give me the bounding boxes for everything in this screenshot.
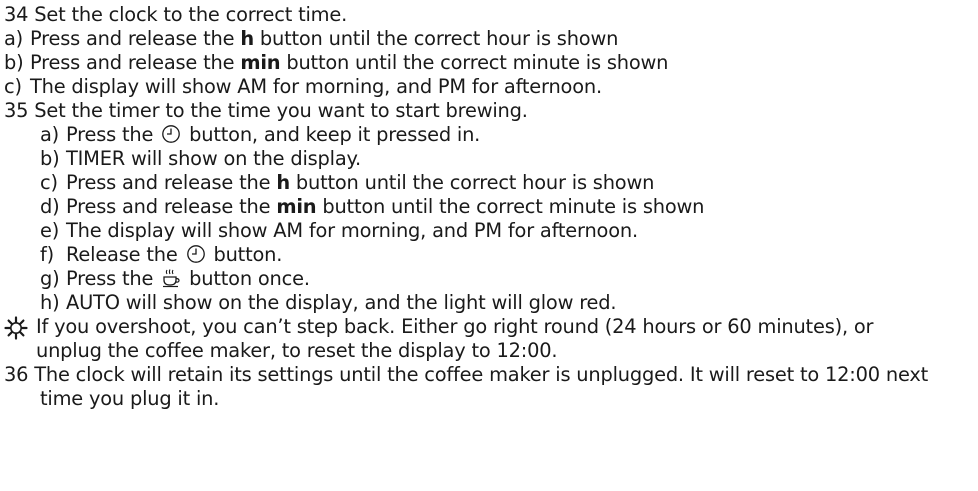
step-number: 36 [4,363,29,386]
coffee-cup-icon [163,269,180,288]
step-text: The clock will retain its settings until… [34,363,929,386]
step-36: 36 The clock will retain its settings un… [4,363,928,387]
item-marker: a) [40,123,60,146]
item-text: button once. [183,267,310,290]
minute-button-label: min [276,195,317,218]
item-text: button, and keep it pressed in. [183,123,481,146]
tip-text-line-2: unplug the coffee maker, to reset the di… [36,339,558,362]
item-marker: c) [40,171,58,194]
step-36-continuation: time you plug it in. [40,387,220,410]
timer-item-a: a) Press the button, and keep it pressed … [40,123,480,147]
item-text: The display will show AM for morning, an… [30,75,602,98]
timer-item-c: c) Press and release the h button until t… [40,171,654,195]
item-text: The display will show AM for morning, an… [66,219,638,242]
item-text: TIMER will show on the display. [66,147,361,170]
item-marker: g) [40,267,60,290]
item-marker: d) [40,195,60,218]
timer-item-b: b) TIMER will show on the display. [40,147,361,171]
item-text: Press and release the [30,51,241,74]
tip-text-line-1: If you overshoot, you can’t step back. E… [36,315,874,338]
item-text: button until the correct minute is shown [316,195,705,218]
item-marker: f) [40,243,54,266]
item-text: button. [207,243,283,266]
timer-item-d: d) Press and release the min button until… [40,195,704,219]
item-marker: e) [40,219,60,242]
step-34: 34 Set the clock to the correct time. [4,3,347,27]
item-text: button until the correct minute is shown [280,51,669,74]
hour-button-label: h [240,27,254,50]
item-text: Press and release the [30,27,241,50]
clock-item-c: c) The display will show AM for morning, … [4,75,602,99]
timer-item-f: f) Release the button. [40,243,282,267]
instructions-page: 34 Set the clock to the correct time. a)… [0,0,978,491]
step-number: 34 [4,3,29,26]
timer-item-e: e) The display will show AM for morning, … [40,219,638,243]
item-text: Press and release the [66,171,277,194]
timer-clock-icon [186,245,205,263]
step-text: Set the clock to the correct time. [34,3,348,26]
item-text: Press the [66,267,160,290]
item-marker: a) [4,27,24,50]
step-text: Set the timer to the time you want to st… [34,99,528,122]
step-35: 35 Set the timer to the time you want to… [4,99,528,123]
hour-button-label: h [276,171,290,194]
step-number: 35 [4,99,29,122]
item-text: button until the correct hour is shown [289,171,655,194]
timer-item-h: h) AUTO will show on the display, and the… [40,291,617,315]
minute-button-label: min [240,51,281,74]
item-marker: b) [4,51,24,74]
timer-clock-icon [162,125,181,143]
item-text: Press and release the [66,195,277,218]
item-marker: c) [4,75,22,98]
item-marker: h) [40,291,60,314]
item-text: AUTO will show on the display, and the l… [66,291,617,314]
item-text: Release the [66,243,184,266]
item-marker: b) [40,147,60,170]
clock-item-a: a) Press and release the h button until t… [4,27,618,51]
sun-tip-icon [4,316,28,340]
item-text: Press the [66,123,160,146]
item-text: button until the correct hour is shown [253,27,619,50]
timer-item-g: g) Press the button once. [40,267,310,291]
clock-item-b: b) Press and release the min button until… [4,51,668,75]
